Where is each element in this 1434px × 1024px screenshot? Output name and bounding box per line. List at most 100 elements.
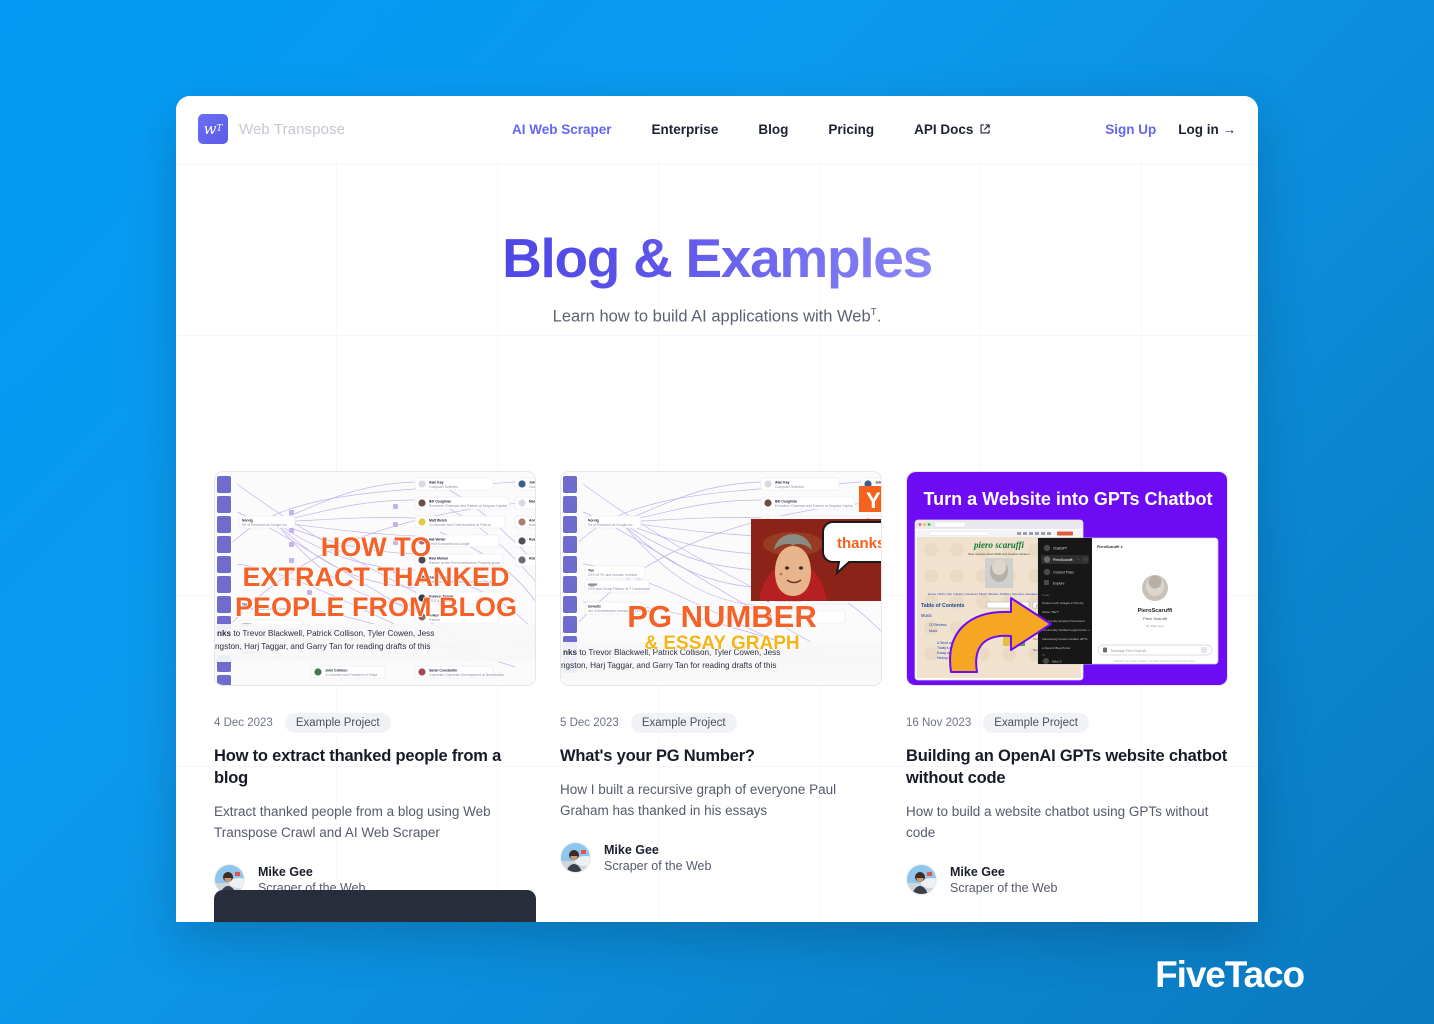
svg-text:Hal Varian: Hal Varian bbox=[429, 538, 445, 542]
blog-card-title[interactable]: What's your PG Number? bbox=[560, 746, 882, 768]
blog-card-meta: 5 Dec 2023 Example Project bbox=[560, 713, 882, 733]
author-name: Mike Gee bbox=[950, 864, 1005, 879]
nav-item-pricing[interactable]: Pricing bbox=[828, 122, 874, 137]
header-actions: Sign Up Log in → bbox=[1105, 122, 1236, 137]
svg-text:Independent Journalist: Independent Journalist bbox=[529, 523, 536, 527]
subtitle-period: . bbox=[876, 307, 882, 326]
svg-text:Today: Today bbox=[1042, 593, 1050, 597]
svg-text:Executive Chairman and Partner: Executive Chairman and Partner at Sequoi… bbox=[429, 504, 507, 508]
nav-item-label: Pricing bbox=[828, 121, 875, 137]
svg-text:PieroScaruffi: PieroScaruffi bbox=[1138, 608, 1173, 614]
blog-card-description: Extract thanked people from a blog using… bbox=[214, 803, 491, 840]
blog-card[interactable]: Alan Kay Computer Scientist Bill Coughra… bbox=[214, 471, 536, 896]
svg-text:Explore: Explore bbox=[1053, 581, 1065, 585]
svg-text:Dir of Research at Google Inc.: Dir of Research at Google Inc. bbox=[588, 523, 634, 527]
svg-text:nks to Trevor Blackwell, Patri: nks to Trevor Blackwell, Patrick Colliso… bbox=[217, 629, 434, 638]
svg-text:Content Picks: Content Picks bbox=[1053, 570, 1074, 574]
svg-text:lorwultz: lorwultz bbox=[588, 605, 601, 609]
site-header: wT Web Transpose AI Web Scraper Enterpri… bbox=[176, 96, 1258, 162]
svg-text:Corporate Corporate Developmen: Corporate Corporate Development at Nanot… bbox=[429, 673, 504, 677]
blog-card-author: Mike Gee Scraper of the Web bbox=[906, 864, 1228, 896]
author-name: Mike Gee bbox=[258, 864, 313, 879]
svg-text:PieroScaruffi: PieroScaruffi bbox=[1053, 558, 1073, 562]
svg-text:CEO of YC and founder, investo: CEO of YC and founder, investor bbox=[588, 573, 638, 577]
svg-text:Turn a Website into GPTs Chatb: Turn a Website into GPTs Chatbot bbox=[923, 489, 1212, 509]
svg-text:PG NUMBER: PG NUMBER bbox=[627, 599, 816, 634]
blog-card-thumbnail[interactable]: Alan Kay Computer Scientist Bill Coughra… bbox=[214, 471, 536, 686]
brand[interactable]: wT Web Transpose bbox=[198, 114, 498, 144]
svg-text:Bill Coughran: Bill Coughran bbox=[429, 500, 451, 504]
svg-text:Message Piero Scaruffi...: Message Piero Scaruffi... bbox=[1111, 649, 1149, 653]
svg-text:Yo: Yo bbox=[1042, 653, 1046, 657]
svg-text:PieroScaruffi ∨: PieroScaruffi ∨ bbox=[1097, 545, 1123, 549]
main-nav: AI Web Scraper Enterprise Blog Pricing A… bbox=[512, 122, 1105, 137]
svg-text:Community Verified Legal Colou: Community Verified Legal Colour + bbox=[1042, 628, 1090, 632]
blog-card-meta: 4 Dec 2023 Example Project bbox=[214, 713, 536, 733]
svg-text:aggar: aggar bbox=[588, 583, 598, 587]
svg-text:Computer Scientist: Computer Scientist bbox=[775, 485, 804, 489]
svg-text:Chief Economist at Google: Chief Economist at Google bbox=[429, 542, 469, 546]
svg-text:Co-founder and President of St: Co-founder and President of Stripe bbox=[325, 673, 378, 677]
svg-text:Computer Scientist: Computer Scientist bbox=[429, 485, 458, 489]
svg-text:Executive Chairman and Partner: Executive Chairman and Partner at Sequoi… bbox=[775, 504, 853, 508]
blog-card-thumbnail[interactable]: Turn a Website into GPTs Chatbot piero s… bbox=[906, 471, 1228, 686]
blog-card-tag[interactable]: Example Project bbox=[630, 713, 737, 733]
blog-cards-section: Alan Kay Computer Scientist Bill Coughra… bbox=[176, 427, 1258, 922]
svg-text:ngston, Harj Taggar, and Garry: ngston, Harj Taggar, and Garry Tan for r… bbox=[561, 661, 776, 670]
blog-card-description: How I built a recursive graph of everyon… bbox=[560, 781, 837, 819]
blog-card-title[interactable]: Building an OpenAI GPTs website chatbot … bbox=[906, 746, 1228, 790]
avatar bbox=[906, 864, 937, 896]
author-role: Scraper of the Web bbox=[950, 880, 1058, 895]
nav-item-label: Enterprise bbox=[651, 121, 719, 137]
log-in-button[interactable]: Log in → bbox=[1178, 122, 1236, 137]
svg-text:a Recent Blog Posts: a Recent Blog Posts bbox=[1042, 646, 1070, 650]
blog-card-thumbnail[interactable]: Alan Kay Computer Scientist Bill Coughra… bbox=[560, 471, 882, 686]
nav-item-blog[interactable]: Blog bbox=[758, 122, 788, 137]
svg-text:Tan: Tan bbox=[588, 569, 594, 573]
svg-text:Dir of Research at Google Inc.: Dir of Research at Google Inc. bbox=[242, 523, 288, 527]
svg-text:Table of Contents: Table of Contents bbox=[921, 603, 965, 609]
next-blog-card-peek[interactable] bbox=[214, 890, 536, 922]
svg-text:Music: Music bbox=[929, 629, 938, 633]
svg-text:Bill Coughran: Bill Coughran bbox=[775, 500, 797, 504]
thumbnail-pg-number-illustration: Alan Kay Computer Scientist Bill Coughra… bbox=[561, 472, 882, 685]
blog-card[interactable]: Alan Kay Computer Scientist Bill Coughra… bbox=[560, 471, 882, 895]
svg-text:PEOPLE FROM BLOG: PEOPLE FROM BLOG bbox=[235, 592, 517, 622]
svg-text:Roberts: Roberts bbox=[529, 557, 536, 561]
blog-card-title[interactable]: How to extract thanked people from a blo… bbox=[214, 746, 536, 790]
svg-text:Custom GUI Images in HonCy: Custom GUI Images in HonCy bbox=[1042, 601, 1084, 605]
thumbnail-gpts-chatbot-illustration: Turn a Website into GPTs Chatbot piero s… bbox=[907, 472, 1227, 685]
blog-card-author: Mike Gee Scraper of the Web bbox=[560, 842, 882, 874]
svg-text:Ravi Mohan: Ravi Mohan bbox=[429, 557, 448, 561]
svg-text:CEO and Group Partner at Y Com: CEO and Group Partner at Y Combinator bbox=[588, 587, 651, 591]
svg-text:Norvig: Norvig bbox=[242, 519, 253, 523]
svg-text:Best website about RGB and cre: Best website about RGB and creative thin… bbox=[968, 552, 1030, 556]
avatar bbox=[560, 842, 591, 874]
nav-item-ai-web-scraper[interactable]: AI Web Scraper bbox=[512, 122, 612, 137]
svg-text:thanks: thanks bbox=[837, 535, 882, 552]
site-window: wT Web Transpose AI Web Scraper Enterpri… bbox=[176, 96, 1258, 922]
svg-text:EXTRACT THANKED: EXTRACT THANKED bbox=[243, 562, 510, 592]
svg-text:Reading: Reading bbox=[529, 538, 536, 542]
thumbnail-graph-illustration: Alan Kay Computer Scientist Bill Coughra… bbox=[215, 472, 536, 685]
svg-text:ngston, Harj Taggar, and Garry: ngston, Harj Taggar, and Garry Tan for r… bbox=[215, 642, 430, 651]
svg-text:···: ··· bbox=[1077, 558, 1080, 562]
svg-text:Mike G: Mike G bbox=[1052, 659, 1062, 663]
svg-text:ChatGPT: ChatGPT bbox=[1053, 546, 1067, 550]
svg-text:John Wilkes: John Wilkes bbox=[875, 481, 882, 485]
svg-text:piero scaruffi: piero scaruffi bbox=[973, 540, 1025, 550]
sign-up-button[interactable]: Sign Up bbox=[1105, 122, 1156, 137]
svg-text:Co-founder and Chief Architect: Co-founder and Chief Architect at Fixie.… bbox=[429, 523, 491, 527]
svg-text:CD Reviews: CD Reviews bbox=[929, 623, 947, 627]
nav-item-api-docs[interactable]: API Docs bbox=[914, 122, 991, 137]
blog-card-tag[interactable]: Example Project bbox=[983, 713, 1089, 733]
svg-text:By Mike Gee: By Mike Gee bbox=[1146, 624, 1164, 628]
hero-section: Blog & Examples Learn how to build AI ap… bbox=[176, 162, 1258, 427]
blog-card[interactable]: Turn a Website into GPTs Chatbot piero s… bbox=[906, 471, 1228, 896]
svg-text:Alan Kay: Alan Kay bbox=[775, 481, 790, 485]
logo-glyph: w bbox=[203, 120, 217, 138]
blog-card-date: 16 Nov 2023 bbox=[906, 717, 972, 729]
svg-text:About "Me?": About "Me?" bbox=[1042, 610, 1059, 614]
nav-item-enterprise[interactable]: Enterprise bbox=[652, 122, 719, 137]
blog-card-tag[interactable]: Example Project bbox=[284, 713, 391, 733]
